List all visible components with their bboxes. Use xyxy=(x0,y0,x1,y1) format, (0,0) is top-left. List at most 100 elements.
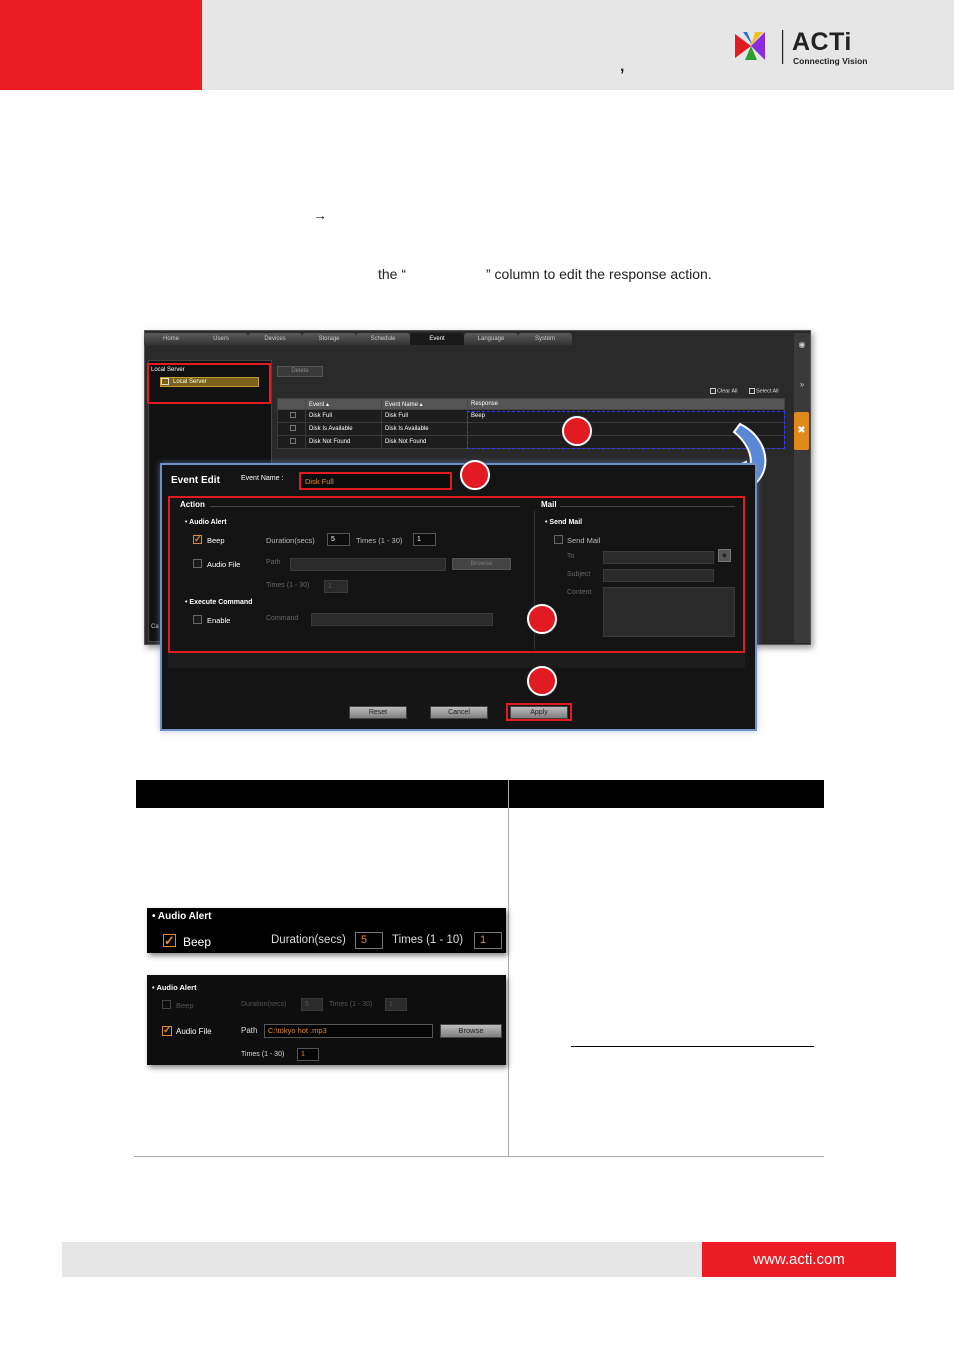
audio-file-label: Audio File xyxy=(207,560,241,569)
instruction-text-start: the “ xyxy=(378,266,407,282)
times-field[interactable]: 1 xyxy=(413,533,436,546)
content-field[interactable] xyxy=(603,587,735,637)
action-section-label: Action xyxy=(180,500,205,509)
table-header-event[interactable]: Event ▴ xyxy=(305,398,382,410)
reset-button[interactable]: Reset xyxy=(349,706,407,719)
example2-browse-button[interactable]: Browse xyxy=(440,1024,502,1038)
execute-command-heading-text: Execute Command xyxy=(189,599,253,606)
clear-all-checkbox[interactable]: Clear All xyxy=(710,388,737,394)
example2-duration-field[interactable]: 5 xyxy=(301,998,323,1011)
example2-audio-file-label: Audio File xyxy=(176,1027,212,1036)
row-checkbox-cell[interactable] xyxy=(277,435,306,449)
row-checkbox[interactable] xyxy=(290,425,296,431)
delete-button[interactable]: Delete xyxy=(277,366,323,377)
row-checkbox[interactable] xyxy=(290,412,296,418)
command-field[interactable] xyxy=(311,613,493,626)
send-mail-heading-text: Send Mail xyxy=(549,519,583,526)
times2-field[interactable]: 1 xyxy=(324,580,348,593)
double-chevron-right-icon[interactable]: » xyxy=(796,380,808,394)
select-all-checkbox[interactable]: Select All xyxy=(749,388,779,394)
step-marker-response xyxy=(562,416,592,446)
cell-event: Disk Full xyxy=(305,409,382,423)
header-comma: , xyxy=(620,58,625,75)
example2-times-field[interactable]: 1 xyxy=(385,998,407,1011)
cell-event-name: Disk Full xyxy=(381,409,468,423)
send-mail-heading: • Send Mail xyxy=(545,519,583,526)
panel-cut-label: Ca xyxy=(151,624,159,630)
header-red-block xyxy=(0,0,202,90)
select-all-checkbox-box[interactable] xyxy=(749,388,755,394)
select-all-label: Select All xyxy=(756,388,779,395)
browse-button[interactable]: Browse xyxy=(452,558,511,570)
eye-icon[interactable]: ◉ xyxy=(796,340,808,354)
tab-language[interactable]: Language xyxy=(464,333,518,345)
example2-times2-label: Times (1 - 30) xyxy=(241,1051,285,1058)
tab-system[interactable]: System xyxy=(518,333,572,345)
cancel-button[interactable]: Cancel xyxy=(430,706,488,719)
execute-command-heading: • Execute Command xyxy=(185,599,253,606)
audio-file-checkbox[interactable] xyxy=(193,559,202,568)
subject-field[interactable] xyxy=(603,569,714,582)
event-name-field[interactable]: Disk Full xyxy=(299,472,452,490)
example1-duration-field[interactable]: 5 xyxy=(355,932,383,949)
times2-label: Times (1 - 30) xyxy=(266,582,310,589)
example2-heading-text: Audio Alert xyxy=(156,983,197,992)
tab-event[interactable]: Event xyxy=(410,333,464,345)
contact-icon[interactable]: ● xyxy=(718,549,731,562)
send-mail-label: Send Mail xyxy=(567,536,601,545)
example2-times2-field[interactable]: 1 xyxy=(297,1048,319,1061)
example2-beep-checkbox[interactable] xyxy=(162,1000,171,1009)
example2-beep-label: Beep xyxy=(176,1001,194,1010)
audio-alert-heading: • Audio Alert xyxy=(185,519,227,526)
clear-all-checkbox-box[interactable] xyxy=(710,388,716,394)
action-divider xyxy=(210,506,520,507)
enable-label: Enable xyxy=(207,616,231,625)
underline-rule xyxy=(571,1046,814,1047)
beep-label: Beep xyxy=(207,536,225,545)
cell-event-name: Disk Is Available xyxy=(381,422,468,436)
table-header-response[interactable]: Response xyxy=(467,398,785,410)
to-field[interactable] xyxy=(603,551,714,564)
tab-schedule[interactable]: Schedule xyxy=(356,333,410,345)
instruction-text-end: ” column to edit the response action. xyxy=(486,266,712,282)
server-tree-highlight xyxy=(147,363,271,404)
subject-label: Subject xyxy=(567,571,591,578)
event-name-label: Event Name : xyxy=(241,475,284,482)
example1-times-label: Times (1 - 10) xyxy=(392,934,464,946)
mail-section-label: Mail xyxy=(541,500,557,509)
row-checkbox-cell[interactable] xyxy=(277,409,306,423)
example2-path-field[interactable]: C:\tokyo hot .mp3 xyxy=(264,1024,433,1038)
table-header-checkbox xyxy=(277,398,306,410)
cell-event-name: Disk Not Found xyxy=(381,435,468,449)
content-label: Content xyxy=(567,589,592,596)
main-tab-bar: Home Users Devices Storage Schedule Even… xyxy=(144,333,804,347)
duration-field[interactable]: 5 xyxy=(327,533,350,546)
row-checkbox-cell[interactable] xyxy=(277,422,306,436)
example2-path-label: Path xyxy=(241,1026,258,1035)
beep-checkbox[interactable]: ✓ xyxy=(193,535,202,544)
mail-divider xyxy=(560,506,735,507)
audio-alert-heading-text: Audio Alert xyxy=(189,519,227,526)
example2-heading: • Audio Alert xyxy=(152,983,197,992)
path-field[interactable] xyxy=(290,558,446,571)
table-column-divider xyxy=(508,780,509,1156)
example2-audio-file-checkbox[interactable]: ✓ xyxy=(162,1026,172,1036)
logo-wordmark: ACTi xyxy=(792,28,852,56)
tab-storage[interactable]: Storage xyxy=(302,333,356,345)
to-label: To xyxy=(567,553,575,560)
footer-url-link[interactable]: www.acti.com xyxy=(702,1242,896,1277)
enable-checkbox[interactable] xyxy=(193,615,202,624)
arrow-right-icon: → xyxy=(313,207,327,223)
tools-icon[interactable]: ✖ xyxy=(794,412,809,450)
example1-beep-checkbox[interactable]: ✓ xyxy=(163,934,176,947)
example1-times-field[interactable]: 1 xyxy=(474,932,502,949)
table-header-event-name[interactable]: Event Name ▴ xyxy=(381,398,468,410)
row-checkbox[interactable] xyxy=(290,438,296,444)
send-mail-checkbox[interactable] xyxy=(554,535,563,544)
example1-heading: • Audio Alert xyxy=(152,911,212,922)
tab-devices[interactable]: Devices xyxy=(248,333,302,345)
tab-users[interactable]: Users xyxy=(194,333,248,345)
table-header-event-label: Event xyxy=(309,401,325,408)
example2-duration-label: Duration(secs) xyxy=(241,1001,287,1008)
tab-home[interactable]: Home xyxy=(144,333,198,345)
